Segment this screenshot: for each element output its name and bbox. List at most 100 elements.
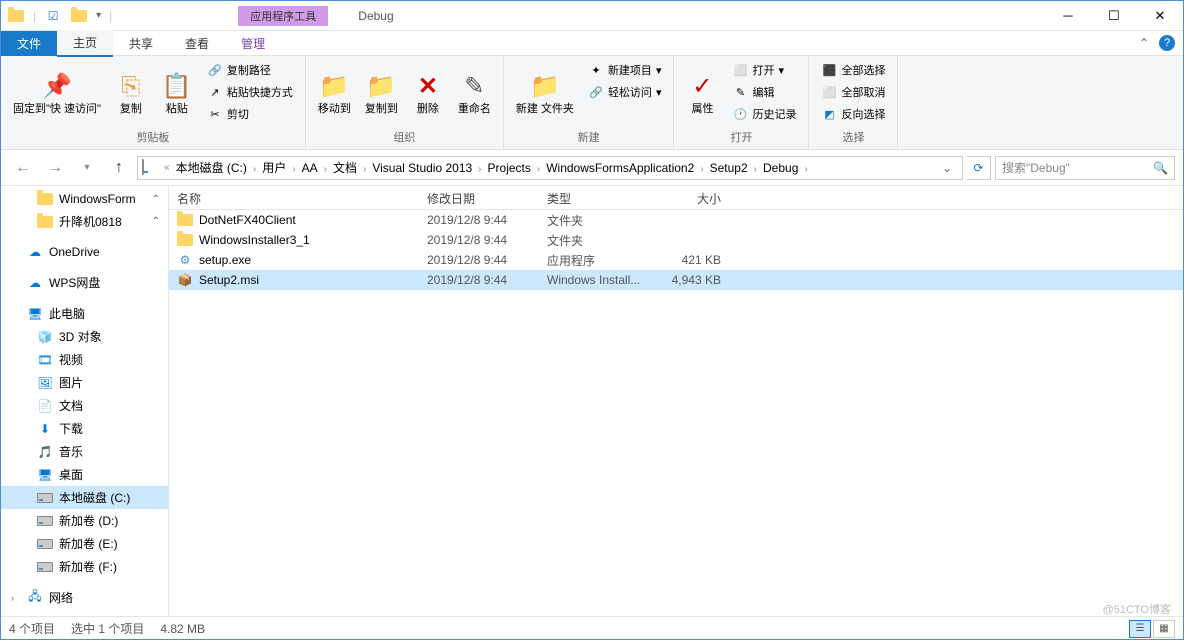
file-row[interactable]: ⚙setup.exe2019/12/8 9:44应用程序421 KB bbox=[169, 250, 1183, 270]
nav-item[interactable]: 🧊3D 对象 bbox=[1, 325, 168, 348]
nav-item[interactable]: 升降机0818⌃ bbox=[1, 210, 168, 233]
copy-button[interactable]: ⎘复制 bbox=[111, 60, 151, 127]
forward-button[interactable]: → bbox=[41, 154, 69, 182]
delete-button[interactable]: ✕删除 bbox=[408, 60, 448, 127]
nav-item[interactable]: ⬇下载 bbox=[1, 417, 168, 440]
nav-onedrive[interactable]: ☁OneDrive bbox=[1, 241, 168, 263]
nav-item[interactable]: 📄文档 bbox=[1, 394, 168, 417]
refresh-button[interactable]: ⟳ bbox=[967, 156, 991, 180]
col-date[interactable]: 修改日期 bbox=[419, 186, 539, 209]
copy-path-button[interactable]: 🔗复制路径 bbox=[203, 60, 297, 80]
tab-manage[interactable]: 管理 bbox=[225, 31, 281, 56]
nav-wps[interactable]: ☁WPS网盘 bbox=[1, 271, 168, 294]
file-date: 2019/12/8 9:44 bbox=[419, 253, 539, 267]
nav-item[interactable]: 🎞视频 bbox=[1, 348, 168, 371]
qat-dropdown-icon[interactable]: ▾ bbox=[96, 10, 101, 21]
nav-item[interactable]: 🎵音乐 bbox=[1, 440, 168, 463]
disk-icon bbox=[37, 536, 53, 552]
chevron-right-icon[interactable]: › bbox=[359, 164, 370, 175]
edit-button[interactable]: ✎编辑 bbox=[728, 82, 800, 102]
navigation-pane[interactable]: WindowsForm⌃升降机0818⌃ ☁OneDrive ☁WPS网盘 🖥此… bbox=[1, 186, 169, 616]
column-headers[interactable]: 名称 修改日期 类型 大小 bbox=[169, 186, 1183, 210]
pin-button[interactable]: 📌固定到"快 速访问" bbox=[9, 60, 105, 127]
disk-icon bbox=[37, 513, 53, 529]
dl-icon: ⬇ bbox=[37, 421, 53, 437]
up-button[interactable]: ↑ bbox=[105, 154, 133, 182]
invert-select-button[interactable]: ◩反向选择 bbox=[817, 104, 889, 124]
new-item-button[interactable]: ✦新建项目 ▾ bbox=[584, 60, 666, 80]
history-button[interactable]: 🕐历史记录 bbox=[728, 104, 800, 124]
recent-dropdown[interactable]: ▾ bbox=[73, 154, 101, 182]
checkbox-icon[interactable]: ☑ bbox=[44, 7, 62, 25]
col-type[interactable]: 类型 bbox=[539, 186, 659, 209]
select-none-button[interactable]: ⬜全部取消 bbox=[817, 82, 889, 102]
chevron-right-icon[interactable]: › bbox=[533, 164, 544, 175]
back-button[interactable]: ← bbox=[9, 154, 37, 182]
copy-icon: ⎘ bbox=[115, 71, 147, 103]
chevron-right-icon[interactable]: › bbox=[800, 164, 811, 175]
maximize-button[interactable]: ☐ bbox=[1091, 1, 1137, 31]
paste-shortcut-button[interactable]: ↗粘贴快捷方式 bbox=[203, 82, 297, 102]
chevron-right-icon[interactable]: › bbox=[249, 164, 260, 175]
col-name[interactable]: 名称 bbox=[169, 186, 419, 209]
folder-up-icon[interactable] bbox=[70, 7, 88, 25]
pin-icon: 📌 bbox=[41, 71, 73, 103]
file-list[interactable]: 名称 修改日期 类型 大小 DotNetFX40Client2019/12/8 … bbox=[169, 186, 1183, 616]
nav-network[interactable]: ›🖧网络 bbox=[1, 586, 168, 609]
breadcrumb-item[interactable]: Projects bbox=[486, 161, 533, 175]
col-size[interactable]: 大小 bbox=[659, 186, 729, 209]
breadcrumb-item[interactable]: 用户 bbox=[260, 161, 288, 175]
tab-file[interactable]: 文件 bbox=[1, 31, 57, 56]
nav-item[interactable]: 🖥桌面 bbox=[1, 463, 168, 486]
details-view-button[interactable]: ☰ bbox=[1129, 620, 1151, 638]
nav-item[interactable]: 新加卷 (F:) bbox=[1, 555, 168, 578]
select-all-button[interactable]: ⬛全部选择 bbox=[817, 60, 889, 80]
cut-button[interactable]: ✂剪切 bbox=[203, 104, 297, 124]
close-button[interactable]: ✕ bbox=[1137, 1, 1183, 31]
breadcrumb-item[interactable]: Visual Studio 2013 bbox=[370, 161, 474, 175]
icons-view-button[interactable]: ▦ bbox=[1153, 620, 1175, 638]
nav-item[interactable]: 新加卷 (E:) bbox=[1, 532, 168, 555]
ribbon-collapse-icon[interactable]: ⌃ bbox=[1129, 36, 1159, 50]
open-button[interactable]: ⬜打开 ▾ bbox=[728, 60, 800, 80]
breadcrumb[interactable]: « 本地磁盘 (C:)›用户›AA›文档›Visual Studio 2013›… bbox=[137, 156, 963, 180]
breadcrumb-item[interactable]: Setup2 bbox=[708, 161, 750, 175]
tab-share[interactable]: 共享 bbox=[113, 31, 169, 56]
file-row[interactable]: DotNetFX40Client2019/12/8 9:44文件夹 bbox=[169, 210, 1183, 230]
tab-view[interactable]: 查看 bbox=[169, 31, 225, 56]
tab-home[interactable]: 主页 bbox=[57, 30, 113, 57]
chevron-right-icon[interactable]: › bbox=[750, 164, 761, 175]
chevron-right-icon[interactable]: › bbox=[288, 164, 299, 175]
breadcrumb-item[interactable]: Debug bbox=[761, 161, 800, 175]
group-clipboard: 📌固定到"快 速访问" ⎘复制 📋粘贴 🔗复制路径 ↗粘贴快捷方式 ✂剪切 剪贴… bbox=[1, 56, 306, 149]
nav-item[interactable]: 🖼图片 bbox=[1, 371, 168, 394]
new-folder-button[interactable]: 📁新建 文件夹 bbox=[512, 60, 578, 127]
breadcrumb-item[interactable]: AA bbox=[300, 161, 320, 175]
breadcrumb-item[interactable]: 本地磁盘 (C:) bbox=[174, 161, 249, 175]
chevron-right-icon[interactable]: › bbox=[320, 164, 331, 175]
copy-to-button[interactable]: 📁复制到 bbox=[361, 60, 402, 127]
disk-icon bbox=[142, 160, 158, 176]
quick-access-toolbar: | ☑ ▾ | bbox=[1, 7, 118, 25]
search-input[interactable]: 搜索"Debug" 🔍 bbox=[995, 156, 1175, 180]
rename-button[interactable]: ✎重命名 bbox=[454, 60, 495, 127]
chevron-right-icon[interactable]: › bbox=[474, 164, 485, 175]
minimize-button[interactable]: ─ bbox=[1045, 1, 1091, 31]
breadcrumb-item[interactable]: 文档 bbox=[331, 161, 359, 175]
nav-item[interactable]: 本地磁盘 (C:) bbox=[1, 486, 168, 509]
paste-button[interactable]: 📋粘贴 bbox=[157, 60, 197, 127]
nav-this-pc[interactable]: 🖥此电脑 bbox=[1, 302, 168, 325]
music-icon: 🎵 bbox=[37, 444, 53, 460]
nav-item[interactable]: WindowsForm⌃ bbox=[1, 188, 168, 210]
help-icon[interactable]: ? bbox=[1159, 35, 1175, 51]
move-to-button[interactable]: 📁移动到 bbox=[314, 60, 355, 127]
file-row[interactable]: WindowsInstaller3_12019/12/8 9:44文件夹 bbox=[169, 230, 1183, 250]
file-row[interactable]: 📦Setup2.msi2019/12/8 9:44Windows Install… bbox=[169, 270, 1183, 290]
breadcrumb-item[interactable]: WindowsFormsApplication2 bbox=[544, 161, 696, 175]
chevron-icon[interactable]: « bbox=[160, 162, 174, 173]
properties-button[interactable]: ✓属性 bbox=[682, 60, 722, 127]
easy-access-button[interactable]: 🔗轻松访问 ▾ bbox=[584, 82, 666, 102]
breadcrumb-dropdown-icon[interactable]: ⌄ bbox=[936, 161, 958, 175]
nav-item[interactable]: 新加卷 (D:) bbox=[1, 509, 168, 532]
chevron-right-icon[interactable]: › bbox=[696, 164, 707, 175]
